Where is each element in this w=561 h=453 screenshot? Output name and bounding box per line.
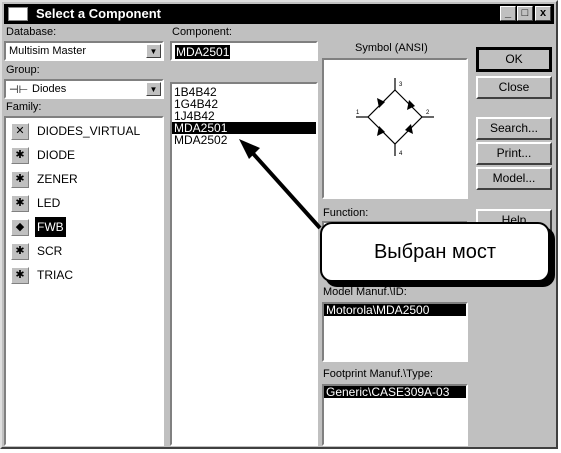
select-component-dialog: Select a Component _ □ x Database: Multi… <box>0 0 558 449</box>
callout-label: Выбран мост <box>320 222 550 282</box>
